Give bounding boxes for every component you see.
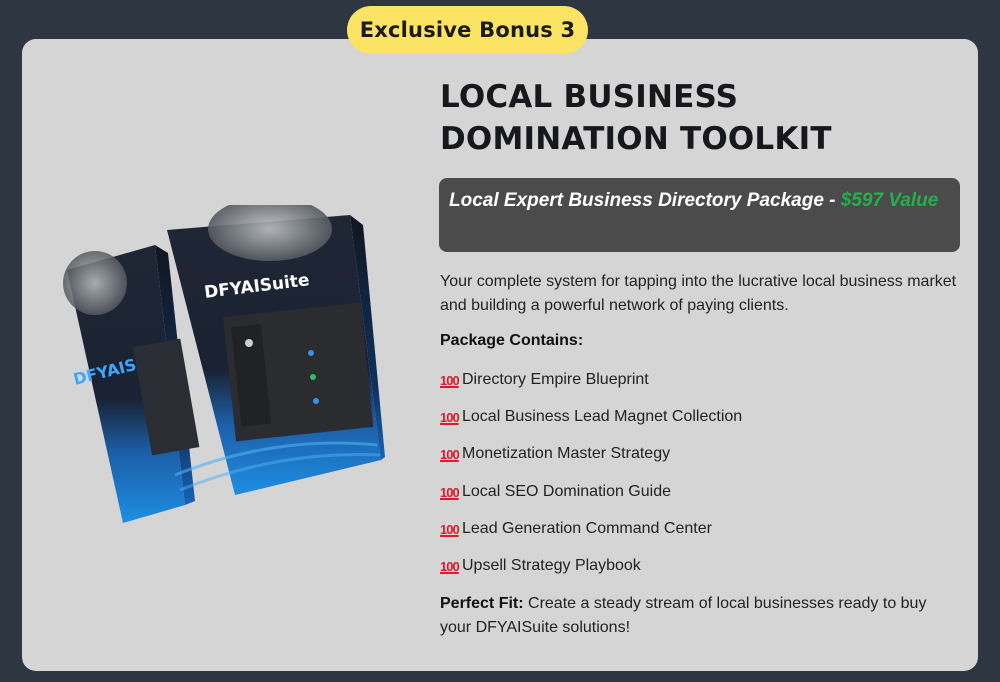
hundred-points-icon: 100 bbox=[440, 447, 460, 463]
list-item: 100 Local Business Lead Magnet Collectio… bbox=[440, 408, 960, 445]
exclusive-bonus-badge: Exclusive Bonus 3 bbox=[347, 6, 588, 54]
list-item: 100 Upsell Strategy Playbook bbox=[440, 557, 960, 594]
hundred-points-icon: 100 bbox=[440, 410, 460, 426]
list-item: 100 Directory Empire Blueprint bbox=[440, 371, 960, 408]
hundred-points-icon: 100 bbox=[440, 521, 460, 537]
list-item-label: Monetization Master Strategy bbox=[462, 445, 671, 463]
list-item: 100 Monetization Master Strategy bbox=[440, 445, 960, 482]
package-heading: Package Contains: bbox=[440, 332, 584, 349]
list-item-label: Directory Empire Blueprint bbox=[462, 371, 649, 388]
subtitle-value-word: Value bbox=[883, 190, 939, 211]
perfect-fit-text: Perfect Fit: Create a steady stream of l… bbox=[440, 592, 960, 640]
page-title: LOCAL BUSINESS DOMINATION TOOLKIT bbox=[440, 79, 832, 157]
list-item-label: Lead Generation Command Center bbox=[462, 519, 712, 537]
perfect-fit-label: Perfect Fit: bbox=[440, 595, 524, 612]
list-item: 100 Local SEO Domination Guide bbox=[440, 483, 960, 520]
package-items-list: 100 Directory Empire Blueprint 100 Local… bbox=[440, 371, 960, 594]
value-subtitle: Local Expert Business Directory Package … bbox=[439, 178, 960, 252]
hundred-points-icon: 100 bbox=[440, 373, 460, 388]
subtitle-price: $597 bbox=[840, 190, 884, 211]
list-item-label: Local SEO Domination Guide bbox=[462, 482, 671, 500]
hundred-points-icon: 100 bbox=[440, 558, 460, 574]
product-box-image: DFYAIS DFYAISuite bbox=[63, 205, 385, 523]
subtitle-main: Local Expert Business Directory Package … bbox=[449, 190, 841, 211]
list-item-label: Local Business Lead Magnet Collection bbox=[462, 408, 743, 426]
product-description: Your complete system for tapping into th… bbox=[440, 273, 957, 314]
list-item: 100 Lead Generation Command Center bbox=[440, 520, 960, 557]
hundred-points-icon: 100 bbox=[440, 484, 460, 500]
list-item-label: Upsell Strategy Playbook bbox=[462, 556, 641, 574]
